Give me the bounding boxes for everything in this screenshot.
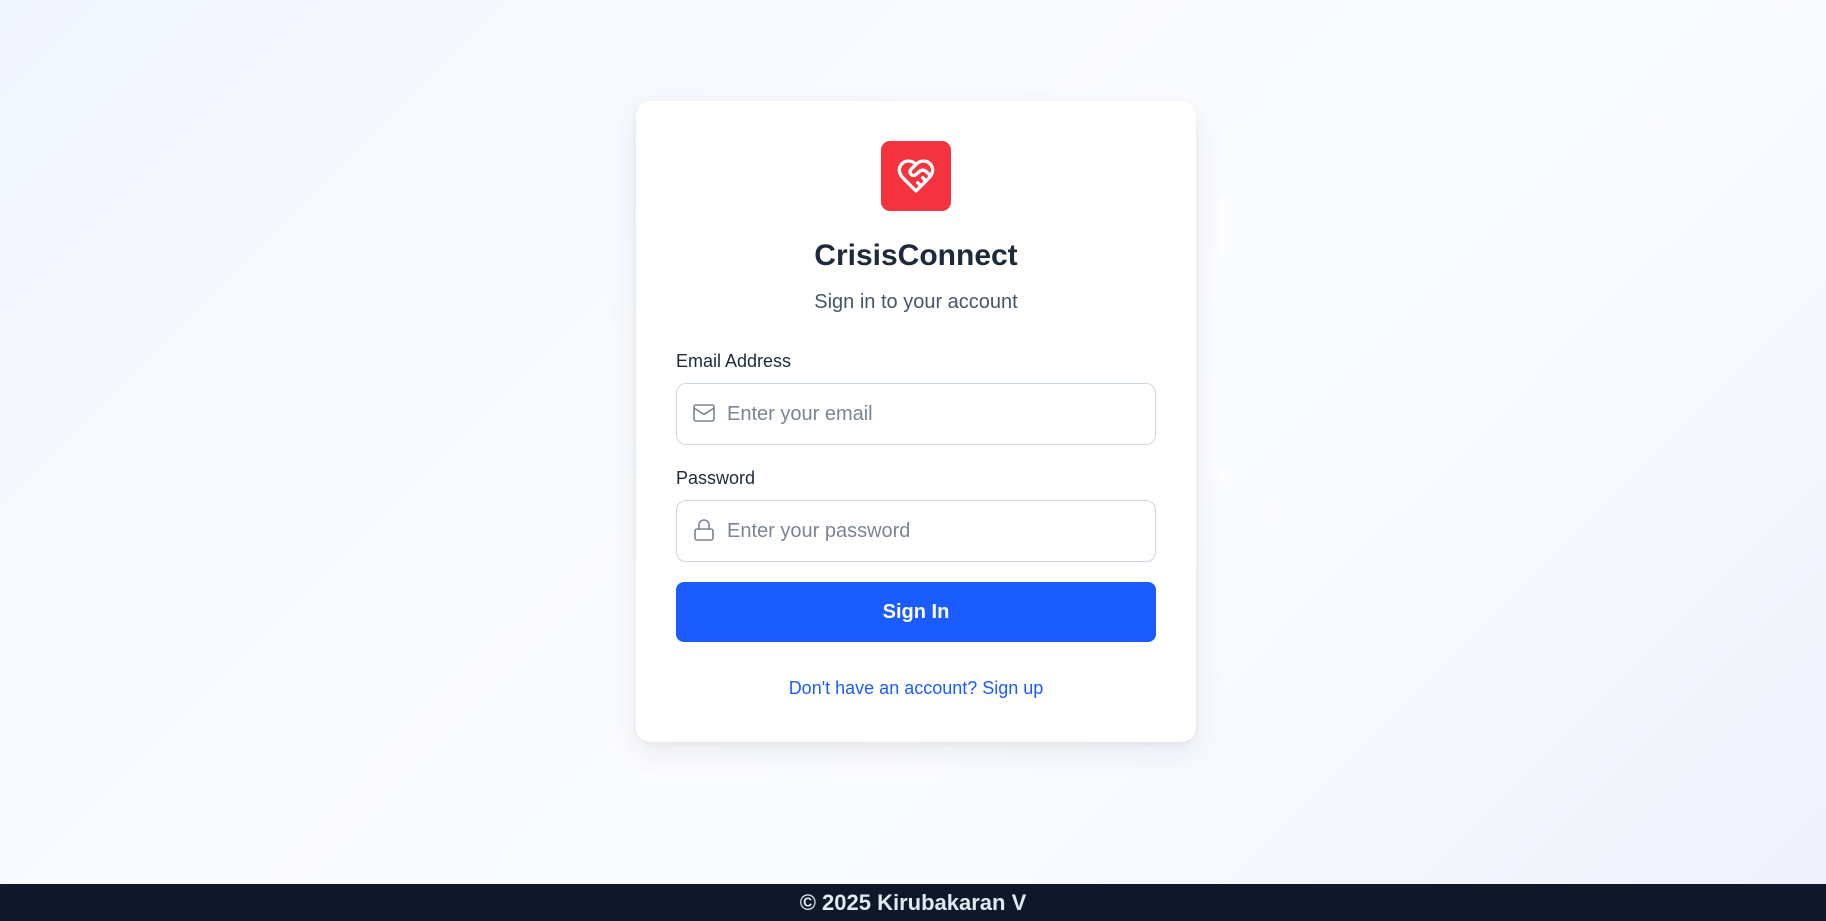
email-label: Email Address (676, 351, 792, 371)
email-input[interactable] (727, 384, 1147, 444)
lock-icon (691, 517, 717, 543)
mail-icon (691, 400, 717, 426)
sign-up-link[interactable]: Don't have an account? Sign up (636, 678, 1196, 699)
app-title: CrisisConnect (814, 239, 1018, 272)
footer-copyright: © 2025 Kirubakaran V (799, 889, 1027, 915)
login-card: CrisisConnect Sign in to your account Em… (636, 101, 1196, 742)
login-subtitle: Sign in to your account (814, 291, 1018, 313)
password-label: Password (676, 468, 756, 488)
password-input-wrapper (676, 500, 1156, 562)
email-input-wrapper (676, 383, 1156, 445)
password-input[interactable] (727, 501, 1147, 561)
heart-handshake-icon (897, 159, 935, 193)
sign-in-button[interactable]: Sign In (676, 582, 1156, 642)
page-footer: © 2025 Kirubakaran V (0, 884, 1826, 921)
app-logo (881, 141, 951, 211)
